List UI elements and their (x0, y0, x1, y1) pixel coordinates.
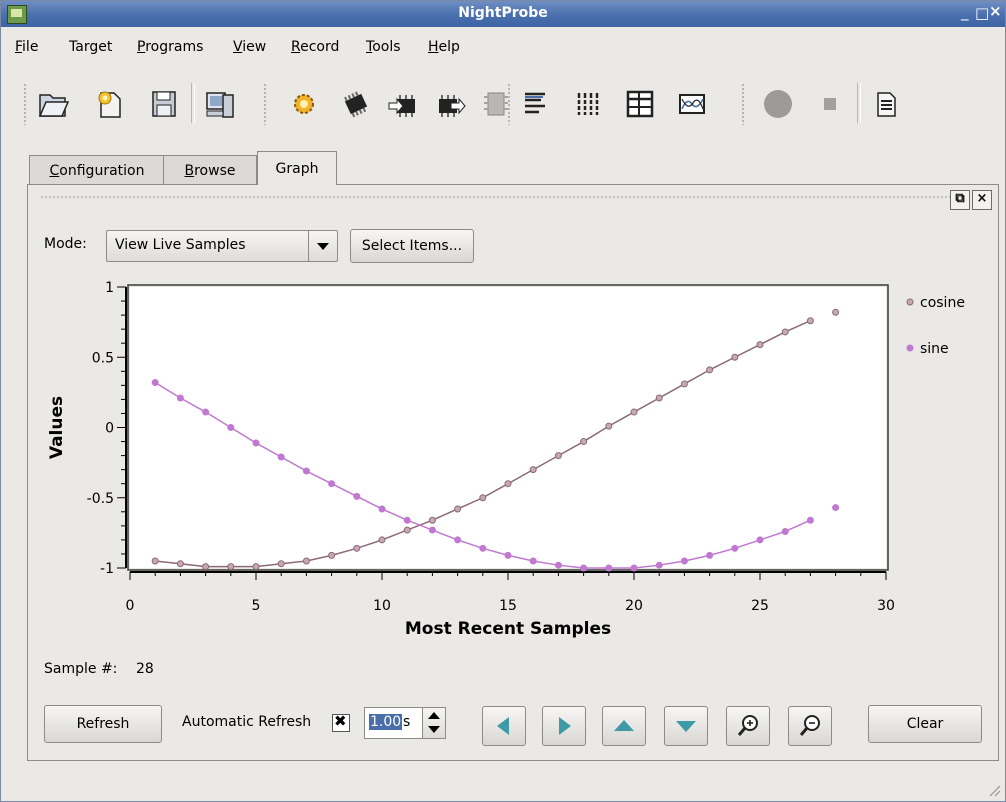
menu-label: ile (22, 39, 39, 55)
undock-icon[interactable]: ⧉ (950, 190, 970, 210)
menu-mnemonic: P (137, 39, 146, 55)
tab-mnemonic: C (49, 163, 60, 179)
menu-programs[interactable]: Programs (137, 39, 203, 55)
graph-panel: ⧉ × Mode: View Live Samples Select Items… (27, 184, 999, 761)
spin-down-icon[interactable] (428, 726, 440, 733)
gear-icon[interactable] (285, 85, 323, 123)
graph-icon[interactable] (673, 85, 711, 123)
stop-icon[interactable] (811, 85, 849, 123)
tab-browse[interactable]: Browse (163, 155, 257, 186)
minimize-icon[interactable]: _ (961, 3, 969, 21)
menu-label: rograms (145, 39, 204, 55)
tab-mnemonic: B (184, 163, 195, 179)
chip-arrow-icon[interactable] (385, 85, 423, 123)
clear-button[interactable]: Clear (868, 705, 982, 743)
menu-file[interactable]: File (15, 39, 38, 55)
interval-value: 1.00 (369, 714, 403, 730)
mode-label: Mode: (44, 236, 87, 252)
mode-value: View Live Samples (115, 237, 246, 253)
menu-label: ecord (300, 39, 340, 55)
toolbar-separator (857, 83, 861, 123)
menu-mnemonic: F (15, 39, 23, 55)
table-icon[interactable] (621, 85, 659, 123)
refresh-button[interactable]: Refresh (44, 705, 162, 743)
dock-grip[interactable] (40, 195, 960, 199)
align-left-icon[interactable] (517, 85, 555, 123)
toolbar-grip[interactable] (23, 83, 28, 125)
menu-mnemonic: R (291, 39, 301, 55)
toolbar (1, 75, 1005, 131)
auto-refresh-label: Automatic Refresh (182, 714, 312, 730)
tab-configuration[interactable]: Configuration (29, 155, 165, 186)
menu-mnemonic: V (233, 39, 243, 55)
chip-export-icon[interactable] (431, 85, 469, 123)
arrow-up-icon[interactable] (602, 706, 646, 746)
interval-spinbox[interactable]: 1.00 s (364, 707, 446, 739)
spin-up-icon[interactable] (428, 712, 440, 719)
tab-graph[interactable]: Graph (257, 151, 337, 185)
close-icon[interactable]: × (989, 2, 1002, 20)
open-folder-icon[interactable] (35, 85, 73, 123)
arrow-right-icon[interactable] (542, 706, 586, 746)
arrow-left-icon[interactable] (482, 706, 526, 746)
sample-value: 28 (136, 661, 154, 677)
tab-label: rowse (194, 163, 236, 179)
menu-label: Target (69, 39, 113, 55)
document-icon[interactable] (867, 85, 905, 123)
menu-record[interactable]: Record (291, 39, 339, 55)
zoom-in-icon[interactable] (726, 706, 770, 746)
computer-icon[interactable] (201, 85, 239, 123)
menu-target[interactable]: Target (69, 39, 112, 55)
resize-grip-icon[interactable] (987, 783, 1001, 797)
arrow-down-icon[interactable] (664, 706, 708, 746)
new-file-icon[interactable] (91, 85, 129, 123)
nightprobe-window: NightProbe _ □ × File Target Programs Vi… (0, 0, 1006, 802)
toolbar-grip[interactable] (507, 83, 512, 125)
interval-unit: s (403, 714, 411, 730)
auto-refresh-checkbox[interactable] (332, 712, 350, 732)
menu-help[interactable]: Help (428, 39, 460, 55)
menu-view[interactable]: View (233, 39, 266, 55)
window-title: NightProbe (458, 5, 548, 21)
chevron-down-icon[interactable] (308, 231, 337, 261)
menu-mnemonic: H (428, 39, 439, 55)
title-bar[interactable]: NightProbe _ □ × (1, 1, 1005, 27)
chip-icon[interactable] (337, 85, 375, 123)
spin-arrows[interactable] (422, 708, 445, 738)
sample-label: Sample #: (44, 661, 118, 677)
mode-select[interactable]: View Live Samples (106, 230, 338, 262)
save-disk-icon[interactable] (145, 85, 183, 123)
record-icon[interactable] (759, 85, 797, 123)
toolbar-separator (191, 83, 195, 123)
zoom-out-icon[interactable] (788, 706, 832, 746)
close-panel-icon[interactable]: × (972, 190, 992, 210)
toolbar-grip[interactable] (741, 83, 746, 125)
columns-icon[interactable] (569, 85, 607, 123)
tab-label: Graph (275, 160, 319, 177)
menu-label: elp (438, 39, 460, 55)
menu-label: ools (372, 39, 401, 55)
select-items-button[interactable]: Select Items... (350, 229, 474, 263)
toolbar-grip[interactable] (263, 83, 268, 125)
menu-tools[interactable]: Tools (366, 39, 401, 55)
maximize-icon[interactable]: □ (975, 4, 989, 22)
tab-label: onfiguration (59, 163, 145, 179)
menu-label: iew (242, 39, 267, 55)
